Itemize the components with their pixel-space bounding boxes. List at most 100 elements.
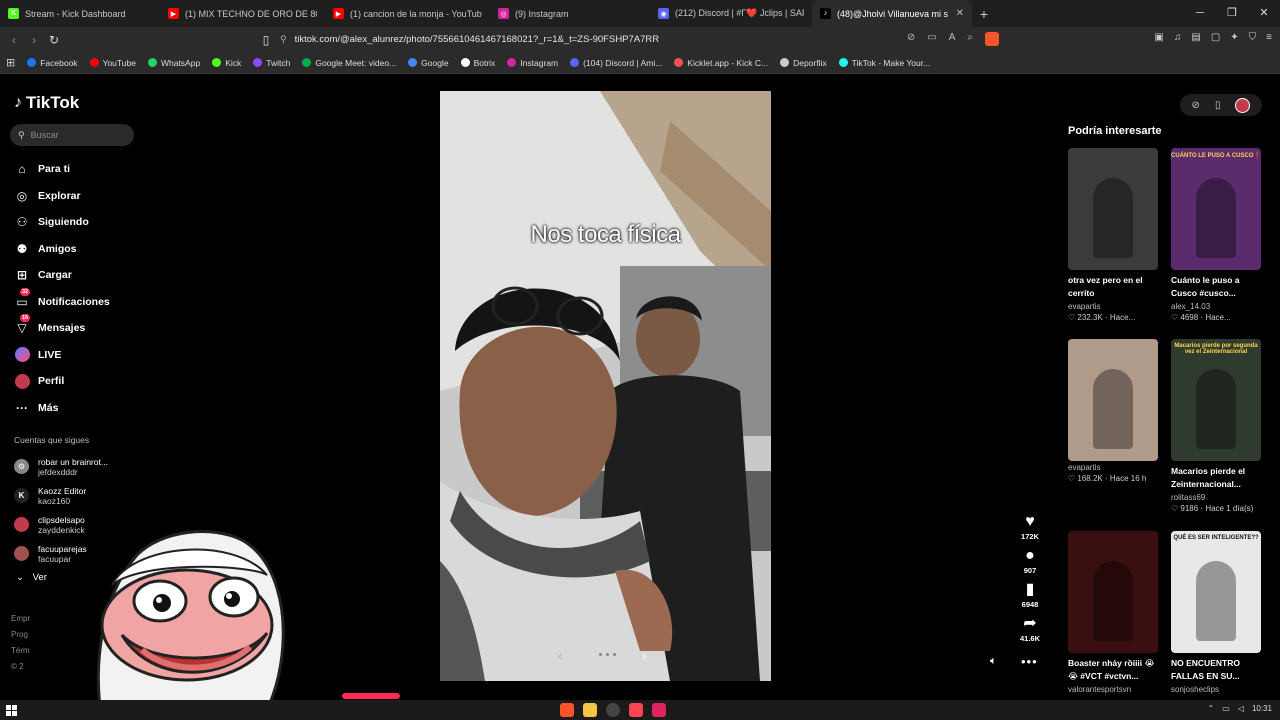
browser-tab[interactable]: ◉ (212) Discord | #Γ❤️ Jclips | SAPOLIC (650, 0, 812, 27)
close-window-icon[interactable]: ✕ (1248, 0, 1280, 27)
valorant-app-icon[interactable] (629, 703, 643, 717)
tiktok-logo[interactable]: ♪ TikTok (14, 93, 79, 113)
card-author[interactable]: evapartis (1068, 302, 1158, 311)
browser-tab[interactable]: ♪ (48)@Jholvi Villanueva mi socio ✕ (812, 0, 972, 27)
recommended-video-card[interactable]: CUÁNTO LE PUSO A CUSCO❗ Cuánto le puso a … (1171, 148, 1261, 322)
recommended-video-card[interactable]: QUÉ ES SER INTELIGENTE?? NO ENCUENTRO FAL… (1171, 531, 1261, 694)
playback-progress[interactable] (342, 693, 400, 699)
slide-dot[interactable] (599, 653, 602, 656)
nav-item-explorar[interactable]: ◎ Explorar (14, 183, 110, 210)
card-author[interactable]: rolitass69 (1171, 493, 1261, 502)
bookmark-item[interactable]: WhatsApp (147, 58, 200, 68)
browser-tab[interactable]: K Stream - Kick Dashboard (0, 0, 160, 27)
nav-item-live[interactable]: LIVE (14, 342, 110, 369)
reader-icon[interactable]: ▤ (1191, 32, 1200, 43)
device-icon[interactable]: ▯ (1215, 100, 1221, 111)
nav-item-para-ti[interactable]: ⌂ Para ti (14, 156, 110, 183)
nav-item-mensajes[interactable]: ▽ 16 Mensajes (14, 314, 110, 342)
bookmark-item[interactable]: Twitch (253, 58, 290, 68)
footer-link[interactable]: Prog (11, 627, 30, 643)
footer-link[interactable]: Empr (11, 611, 30, 627)
following-account[interactable]: ⚙ robar un brainrot... jefdexdddr (14, 452, 108, 481)
reload-icon[interactable]: ↻ (44, 33, 64, 47)
card-author[interactable]: alex_14.03 (1171, 302, 1261, 311)
nav-item-más[interactable]: ··· Más (14, 395, 110, 422)
recommended-video-card[interactable]: Boaster nhảy rồiiii 😭😭 #VCT #vctvn... val… (1068, 531, 1158, 694)
bookmark-item[interactable]: Botrix (460, 58, 495, 68)
browser-tab[interactable]: ◎ (9) Instagram (490, 0, 650, 27)
slide-dot[interactable] (613, 653, 616, 656)
slide-dot[interactable] (592, 653, 595, 656)
sidebar-icon[interactable]: ▣ (1154, 32, 1163, 43)
network-icon[interactable]: ▭ (1222, 704, 1230, 713)
bookmark-item[interactable]: Instagram (507, 58, 558, 68)
video-thumbnail[interactable] (1068, 148, 1158, 270)
bookmark-item[interactable]: Google (408, 58, 449, 68)
recommended-video-card[interactable]: otra vez pero en el cerrito evapartis ♡ 23… (1068, 148, 1158, 322)
site-info-icon[interactable]: ⚲ (280, 34, 287, 45)
nav-item-siguiendo[interactable]: ⚇ Siguiendo (14, 209, 110, 236)
vpn-icon[interactable]: ⛉ (1249, 32, 1257, 43)
tiktok-app-icon[interactable] (652, 703, 666, 717)
bookmark-item[interactable]: Kick (212, 58, 241, 68)
menu-icon[interactable]: ≡ (1266, 32, 1272, 43)
post-image[interactable] (440, 91, 771, 681)
like-button[interactable]: ♥ 172K (1016, 512, 1044, 542)
bookmark-item[interactable]: YouTube (89, 58, 136, 68)
see-more-button[interactable]: ⌄ Ver (16, 572, 47, 583)
more-options-icon[interactable]: ••• (1021, 654, 1038, 669)
bookmark-item[interactable]: Facebook (27, 58, 78, 68)
close-tab-icon[interactable]: ✕ (956, 8, 964, 19)
obs-app-icon[interactable] (606, 703, 620, 717)
zoom-icon[interactable]: ⌕ (967, 32, 973, 46)
recommended-video-card[interactable]: evapartis ♡ 168.2K · Hace 16 h (1068, 339, 1158, 483)
speaker-icon[interactable]: ◁ (1238, 704, 1244, 713)
minimize-icon[interactable]: ─ (1184, 0, 1216, 27)
brave-app-icon[interactable] (560, 703, 574, 717)
footer-link[interactable]: Térm (11, 643, 30, 659)
leo-icon[interactable]: ✦ (1230, 32, 1238, 43)
nav-item-notificaciones[interactable]: ▭ 32 Notificaciones (14, 287, 110, 316)
following-account[interactable]: K Kaozz Editor kaoz160 (14, 481, 108, 510)
restore-icon[interactable]: ❐ (1216, 0, 1248, 27)
comment-button[interactable]: ● 907 (1016, 546, 1044, 576)
no-track-icon[interactable]: ⊘ (907, 32, 915, 46)
forward-icon[interactable]: › (24, 33, 44, 47)
card-author[interactable]: valorantesportsvn (1068, 685, 1158, 694)
tray-arrow-icon[interactable]: ⌃ (1208, 704, 1215, 713)
video-thumbnail[interactable]: QUÉ ES SER INTELIGENTE?? (1171, 531, 1261, 653)
bookmark-item[interactable]: TikTok - Make Your... (838, 58, 930, 68)
volume-icon[interactable]: 🔈︎ (990, 655, 997, 668)
video-thumbnail[interactable] (1068, 531, 1158, 653)
bookmark-item[interactable]: Kicklet.app - Kick C... (674, 58, 768, 68)
previous-slide-icon[interactable]: ‹ (558, 648, 562, 663)
video-thumbnail[interactable]: CUÁNTO LE PUSO A CUSCO❗ (1171, 148, 1261, 270)
next-slide-icon[interactable]: › (642, 648, 646, 663)
media-icon[interactable]: ♫ (1174, 32, 1182, 43)
slide-dot[interactable] (606, 653, 609, 656)
bookmark-item[interactable]: Deporflix (780, 58, 827, 68)
explorer-app-icon[interactable] (583, 703, 597, 717)
card-author[interactable]: evapartis (1068, 463, 1158, 472)
back-icon[interactable]: ‹ (4, 33, 24, 47)
url-field[interactable]: ⚲ tiktok.com/@alex_alunrez/photo/7556610… (280, 30, 1005, 49)
wallet-icon[interactable]: ▢ (1211, 32, 1220, 43)
recommended-video-card[interactable]: Macarios pierde por segunda vez el Zeint… (1171, 339, 1261, 513)
video-thumbnail[interactable] (1068, 339, 1158, 461)
footer-link[interactable]: © 2 (11, 659, 30, 675)
bookmark-page-icon[interactable]: ▯ (256, 33, 276, 47)
bookmark-item[interactable]: (104) Discord | Ami... (570, 58, 662, 68)
browser-tab[interactable]: ▶ (1) cancion de la monja - YouTube (325, 0, 490, 27)
new-tab-button[interactable]: + (972, 6, 996, 22)
save-button[interactable]: ▮ 6948 (1016, 580, 1044, 610)
search-input[interactable]: ⚲ Buscar (10, 124, 134, 146)
browser-tab[interactable]: ▶ (1) MIX TECHNO DE ORO DE 80's & (160, 0, 325, 27)
apps-icon[interactable]: ⊞ (6, 56, 15, 69)
video-thumbnail[interactable]: Macarios pierde por segunda vez el Zeint… (1171, 339, 1261, 461)
brave-shield-icon[interactable] (985, 32, 999, 46)
discover-icon[interactable]: ⊘ (1192, 100, 1200, 111)
bookmark-item[interactable]: Google Meet: video... (302, 58, 396, 68)
nav-item-amigos[interactable]: ⚉ Amigos (14, 236, 110, 263)
share-button[interactable]: ➦ 41.6K (1016, 614, 1044, 644)
windows-start-icon[interactable] (6, 705, 17, 716)
